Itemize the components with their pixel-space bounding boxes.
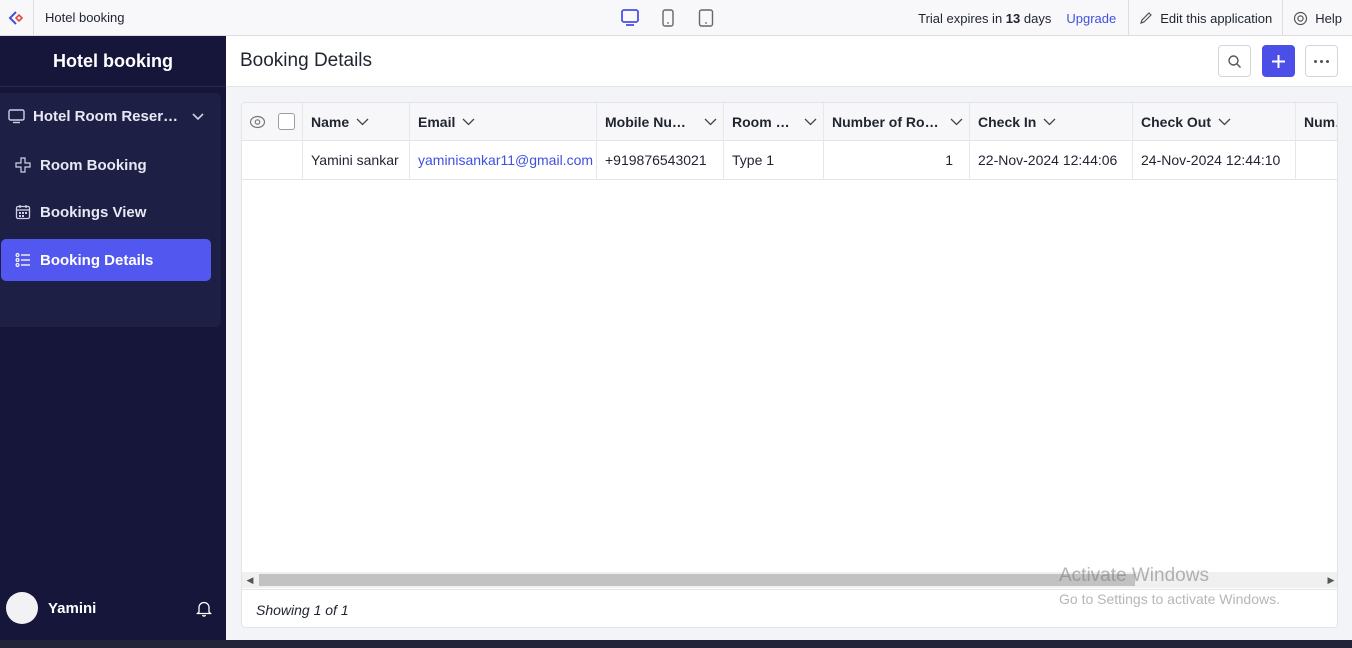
column-header-check-out[interactable]: Check Out [1133, 103, 1296, 140]
add-record-button[interactable] [1262, 45, 1295, 77]
scroll-right-arrow[interactable]: ▶ [1323, 572, 1337, 588]
app-logo[interactable] [0, 0, 34, 36]
search-icon [1228, 54, 1241, 68]
mobile-preview-button[interactable] [695, 7, 717, 29]
column-label: Mobile Number [605, 113, 689, 130]
desktop-preview-button[interactable] [619, 7, 641, 29]
sidebar-section-label: Hotel Room Reservation [33, 107, 181, 125]
column-header-mobile-number[interactable]: Mobile Number [597, 103, 724, 140]
trial-prefix: Trial expires in [918, 10, 1003, 26]
list-icon [15, 253, 30, 267]
scroll-left-arrow[interactable]: ◀ [242, 572, 258, 588]
calendar-icon [15, 205, 31, 220]
page-header: Booking Details [226, 36, 1352, 87]
desktop-icon [621, 9, 639, 26]
chevron-down-icon [356, 118, 369, 125]
column-label: Name [311, 113, 350, 130]
records-panel: Name Email Mobile Number Room Type Numbe… [241, 102, 1338, 628]
table-header: Name Email Mobile Number Room Type Numbe… [242, 103, 1337, 141]
column-header-room-type[interactable]: Room Type [724, 103, 824, 140]
chevron-down-icon [950, 118, 963, 125]
trial-suffix: days [1023, 10, 1052, 26]
column-header-number[interactable]: Number [1296, 103, 1337, 140]
select-all-checkbox-cell [272, 103, 303, 140]
row-select-cell[interactable] [272, 141, 303, 179]
sidebar-item-label: Bookings View [40, 203, 147, 221]
cell-email[interactable]: yaminisankar11@gmail.com [410, 141, 597, 179]
column-label: Email [418, 113, 456, 130]
column-header-name[interactable]: Name [303, 103, 410, 140]
help-label: Help [1315, 10, 1342, 26]
more-options-button[interactable] [1305, 45, 1338, 77]
upgrade-link[interactable]: Upgrade [1066, 11, 1116, 26]
more-horizontal-icon [1314, 59, 1329, 63]
phone-icon [698, 9, 714, 27]
chevron-down-icon [462, 118, 475, 125]
chevron-down-icon [1043, 118, 1056, 125]
cell-number-of-rooms: 1 [824, 141, 970, 179]
top-bar: Hotel booking Trial expires in 13 days U… [0, 0, 1352, 36]
watermark-title: Activate Windows [1059, 565, 1209, 586]
user-name: Yamini [48, 599, 97, 617]
search-button[interactable] [1218, 45, 1251, 77]
chevron-down-icon [192, 113, 204, 121]
scrollbar-thumb[interactable] [259, 574, 1135, 586]
sidebar-item-label: Booking Details [40, 251, 154, 269]
cell-check-out: 24-Nov-2024 12:44:10 [1133, 141, 1296, 179]
device-preview-switch [619, 7, 717, 29]
chevron-down-icon [1218, 118, 1231, 125]
avatar[interactable] [6, 592, 38, 624]
sidebar-item-label: Room Booking [40, 156, 147, 174]
column-label: Check Out [1141, 113, 1212, 130]
monitor-icon [8, 109, 25, 124]
sidebar-item-booking-details[interactable]: Booking Details [1, 239, 211, 281]
sidebar-item-room-booking[interactable]: Room Booking [1, 144, 211, 186]
cell-name: Yamini sankar [303, 141, 410, 179]
column-visibility-toggle[interactable] [242, 103, 272, 140]
watermark-subtitle: Go to Settings to activate Windows. [1059, 591, 1280, 607]
sidebar-title: Hotel booking [0, 36, 226, 87]
cell-number [1296, 141, 1337, 179]
cell-mobile: +919876543021 [597, 141, 724, 179]
column-header-email[interactable]: Email [410, 103, 597, 140]
sidebar-section-hotel-room-reservation[interactable]: Hotel Room Reservation [0, 93, 221, 139]
app-name: Hotel booking [45, 10, 125, 25]
activation-watermark: Activate Windows Go to Settings to activ… [1059, 565, 1280, 607]
plus-icon [1272, 54, 1285, 68]
column-header-check-in[interactable]: Check In [970, 103, 1133, 140]
help-button[interactable]: Help [1283, 11, 1352, 26]
trial-days: 13 [1005, 10, 1021, 26]
cell-check-in: 22-Nov-2024 12:44:06 [970, 141, 1133, 179]
column-label: Check In [978, 113, 1037, 130]
cell-room-type: Type 1 [724, 141, 824, 179]
sidebar-item-bookings-view[interactable]: Bookings View [1, 191, 211, 233]
edit-application-label: Edit this application [1160, 10, 1273, 26]
help-icon [1294, 11, 1308, 25]
logo-icon [8, 10, 23, 25]
column-label: Number [1304, 113, 1337, 130]
column-header-number-of-rooms[interactable]: Number of Rooms [824, 103, 970, 140]
sidebar: Hotel booking Hotel Room Reservation Roo… [0, 36, 226, 640]
chevron-down-icon [804, 118, 817, 125]
table-row[interactable]: Yamini sankar yaminisankar11@gmail.com +… [242, 141, 1337, 180]
tablet-icon [662, 9, 674, 27]
page-title: Booking Details [240, 50, 373, 71]
plus-icon [15, 157, 31, 173]
bell-icon[interactable] [196, 600, 212, 617]
tablet-preview-button[interactable] [657, 7, 679, 29]
pencil-icon [1140, 12, 1153, 24]
os-taskbar [0, 640, 1352, 648]
chevron-down-icon [704, 118, 717, 125]
column-label: Number of Rooms [832, 113, 944, 130]
eye-icon [249, 115, 266, 128]
trial-notice: Trial expires in 13 days [918, 11, 1051, 26]
select-all-checkbox[interactable] [278, 113, 295, 130]
user-profile[interactable]: Yamini [0, 576, 226, 640]
row-spacer-cell [242, 141, 272, 179]
edit-application-button[interactable]: Edit this application [1129, 11, 1282, 26]
column-label: Room Type [732, 113, 794, 130]
